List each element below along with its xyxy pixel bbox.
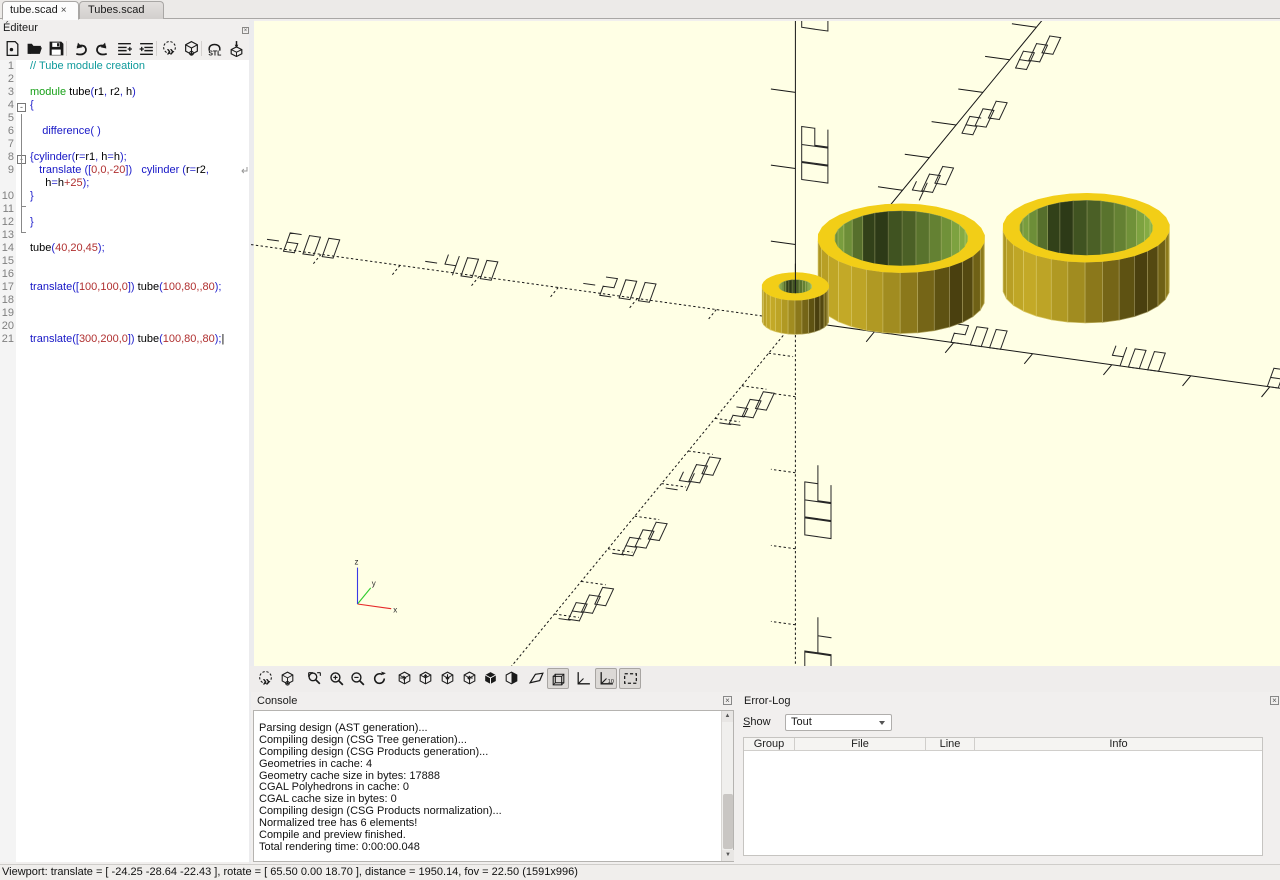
svg-text:STL: STL [208, 50, 221, 57]
svg-text:x: x [393, 606, 397, 615]
svg-text:»: » [262, 672, 270, 687]
svg-text:y: y [372, 579, 376, 588]
svg-text:»: » [166, 42, 174, 57]
svg-text:z: z [355, 558, 359, 567]
svg-text:10: 10 [608, 679, 615, 685]
